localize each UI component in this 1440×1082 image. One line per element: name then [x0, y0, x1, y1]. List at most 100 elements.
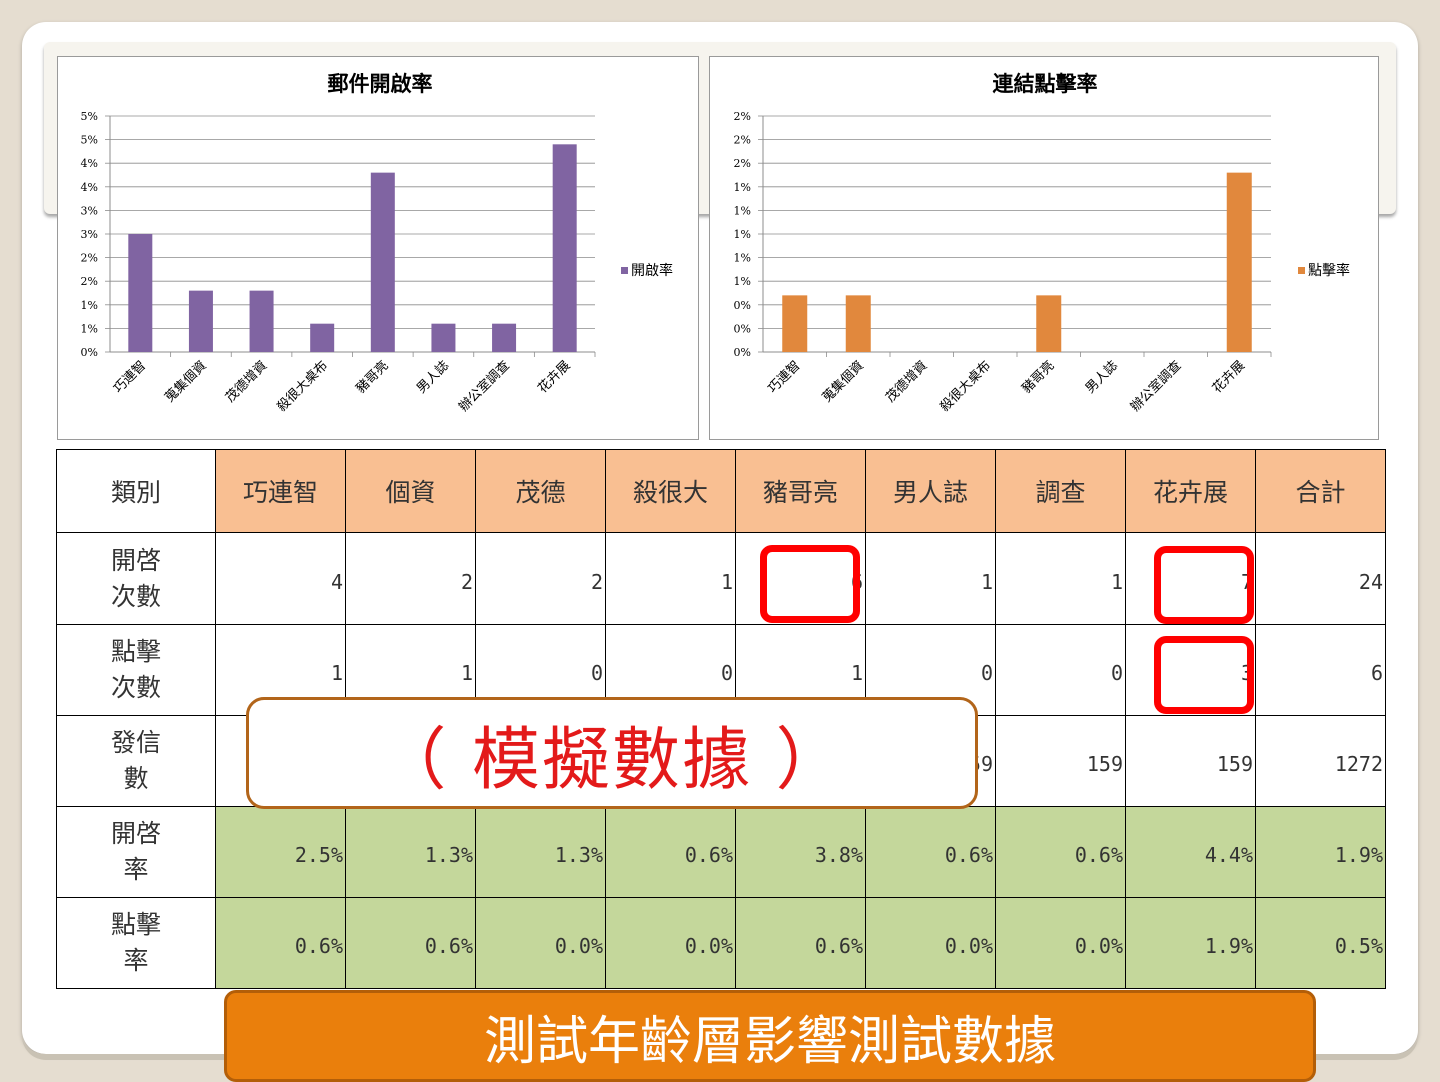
bar	[370, 172, 395, 352]
x-tick-label: 豬哥亮	[353, 358, 392, 397]
table-cell: 1	[995, 532, 1126, 625]
table-cell: 1	[865, 532, 996, 625]
table-cell: 0.0%	[865, 897, 996, 989]
highlight-mark-open-flower	[1154, 546, 1254, 624]
column-header: 殺很大	[605, 449, 736, 533]
x-tick-label: 男人誌	[1082, 358, 1121, 397]
row-label-line: 開啓	[110, 545, 161, 575]
x-tick-label: 辦公室調查	[456, 358, 513, 415]
column-header: 巧連智	[215, 449, 346, 533]
column-header: 調查	[995, 449, 1126, 533]
footer-title-banner: 測試年齡層影響測試數據	[224, 990, 1316, 1082]
row-label-line: 點擊	[110, 637, 161, 666]
table-cell: 2	[475, 532, 606, 625]
y-tick-label: 2%	[734, 157, 751, 170]
y-tick-label: 5%	[81, 110, 98, 123]
x-tick-label: 茂德增資	[883, 358, 930, 405]
row-label-line: 發信	[110, 728, 161, 757]
y-tick-label: 0%	[734, 346, 751, 359]
simulated-data-label: （ 模擬數據 ）	[246, 697, 978, 809]
legend-label: 點擊率	[1308, 262, 1350, 279]
table-header-row: 類別 巧連智 個資 茂德 殺很大 豬哥亮 男人誌 調查 花卉展 合計	[56, 449, 1386, 533]
x-tick-label: 巧連智	[765, 358, 803, 396]
legend-swatch	[621, 267, 628, 274]
table-cell: 159	[995, 715, 1126, 807]
y-tick-label: 2%	[81, 275, 98, 288]
highlight-mark-click-flower	[1154, 636, 1254, 714]
y-tick-label: 5%	[81, 134, 98, 147]
bar	[492, 323, 517, 352]
table-cell: 0.0%	[605, 897, 736, 989]
y-tick-label: 3%	[81, 228, 98, 241]
chart-title: 連結點擊率	[993, 71, 1098, 96]
row-label: 點擊 次數	[56, 624, 216, 716]
column-header: 個資	[345, 449, 476, 533]
legend-label: 開啟率	[631, 262, 673, 279]
table-cell: 4	[215, 532, 346, 625]
y-tick-label: 1%	[734, 275, 751, 288]
table-cell: 1.9%	[1255, 806, 1386, 898]
table-cell: 0.6%	[735, 897, 866, 989]
table-cell: 0.6%	[865, 806, 996, 898]
x-tick-label: 殺很大桌布	[274, 358, 331, 415]
y-tick-label: 1%	[81, 322, 98, 335]
table-cell: 0.6%	[995, 806, 1126, 898]
table-cell: 0.0%	[475, 897, 606, 989]
table-cell: 0.6%	[345, 897, 476, 989]
row-label: 開啓 次數	[56, 532, 216, 625]
y-tick-label: 2%	[734, 110, 751, 123]
x-tick-label: 花卉展	[535, 358, 574, 397]
table-cell: 2	[345, 532, 476, 625]
column-header: 豬哥亮	[735, 449, 866, 533]
click-rate-chart-svg: 連結點擊率 0% 0% 0% 1% 1% 1% 1% 1% 2% 2% 2% 巧連智 蒐集個資 茂德增資 殺很…	[734, 71, 1350, 415]
highlight-mark-open-pig	[760, 545, 860, 623]
chart-title: 郵件開啟率	[328, 71, 433, 96]
table-cell: 0.6%	[605, 806, 736, 898]
table-cell: 1.9%	[1125, 897, 1256, 989]
y-tick-label: 0%	[734, 299, 751, 312]
column-header: 花卉展	[1125, 449, 1256, 533]
bar	[552, 144, 577, 352]
y-tick-label: 4%	[81, 181, 98, 194]
y-tick-label: 2%	[734, 134, 751, 147]
table-cell: 2.5%	[215, 806, 346, 898]
row-label-line: 次數	[110, 673, 161, 702]
row-label-line: 率	[123, 946, 149, 975]
legend-swatch	[1298, 267, 1305, 274]
column-header: 茂德	[475, 449, 606, 533]
row-label: 點擊率	[56, 897, 216, 989]
bar	[1226, 172, 1252, 352]
y-tick-label: 3%	[81, 204, 98, 217]
bar	[128, 234, 153, 352]
x-tick-label: 蒐集個資	[819, 358, 867, 406]
y-tick-label: 2%	[81, 252, 98, 265]
table-cell: 4.4%	[1125, 806, 1256, 898]
bar	[431, 323, 456, 352]
open-rate-chart-svg: 郵件開啟率 0% 1% 1% 2% 2% 3% 3% 4% 4% 5% 5% 巧連智 蒐集個資 茂德增資 殺很…	[81, 71, 673, 415]
bar	[782, 295, 808, 352]
column-header: 男人誌	[865, 449, 996, 533]
x-tick-label: 茂德增資	[223, 358, 270, 405]
x-tick-label: 辦公室調查	[1127, 358, 1184, 415]
y-tick-label: 4%	[81, 157, 98, 170]
table-cell: 0.6%	[215, 897, 346, 989]
table-row: 點擊率 0.6% 0.6% 0.0% 0.0% 0.6% 0.0% 0.0% 1.9% 0.5%	[56, 897, 1386, 989]
row-label-line: 數	[123, 764, 149, 793]
x-tick-label: 花卉展	[1209, 358, 1248, 397]
y-tick-label: 1%	[81, 299, 98, 312]
table-cell: 0.0%	[995, 897, 1126, 989]
table-cell: 1.3%	[345, 806, 476, 898]
y-tick-label: 1%	[734, 181, 751, 194]
bar	[1036, 295, 1062, 352]
row-label-line: 開啓	[110, 819, 161, 848]
x-tick-label: 男人誌	[413, 358, 452, 397]
row-label: 開啓率	[56, 806, 216, 898]
y-tick-label: 1%	[734, 204, 751, 217]
table-cell: 6	[1255, 624, 1386, 716]
table-cell: 1272	[1255, 715, 1386, 807]
y-tick-label: 1%	[734, 252, 751, 265]
x-tick-label: 殺很大桌布	[937, 358, 994, 415]
row-label-line: 率	[123, 855, 149, 884]
table-cell: 1	[605, 532, 736, 625]
y-tick-label: 1%	[734, 228, 751, 241]
